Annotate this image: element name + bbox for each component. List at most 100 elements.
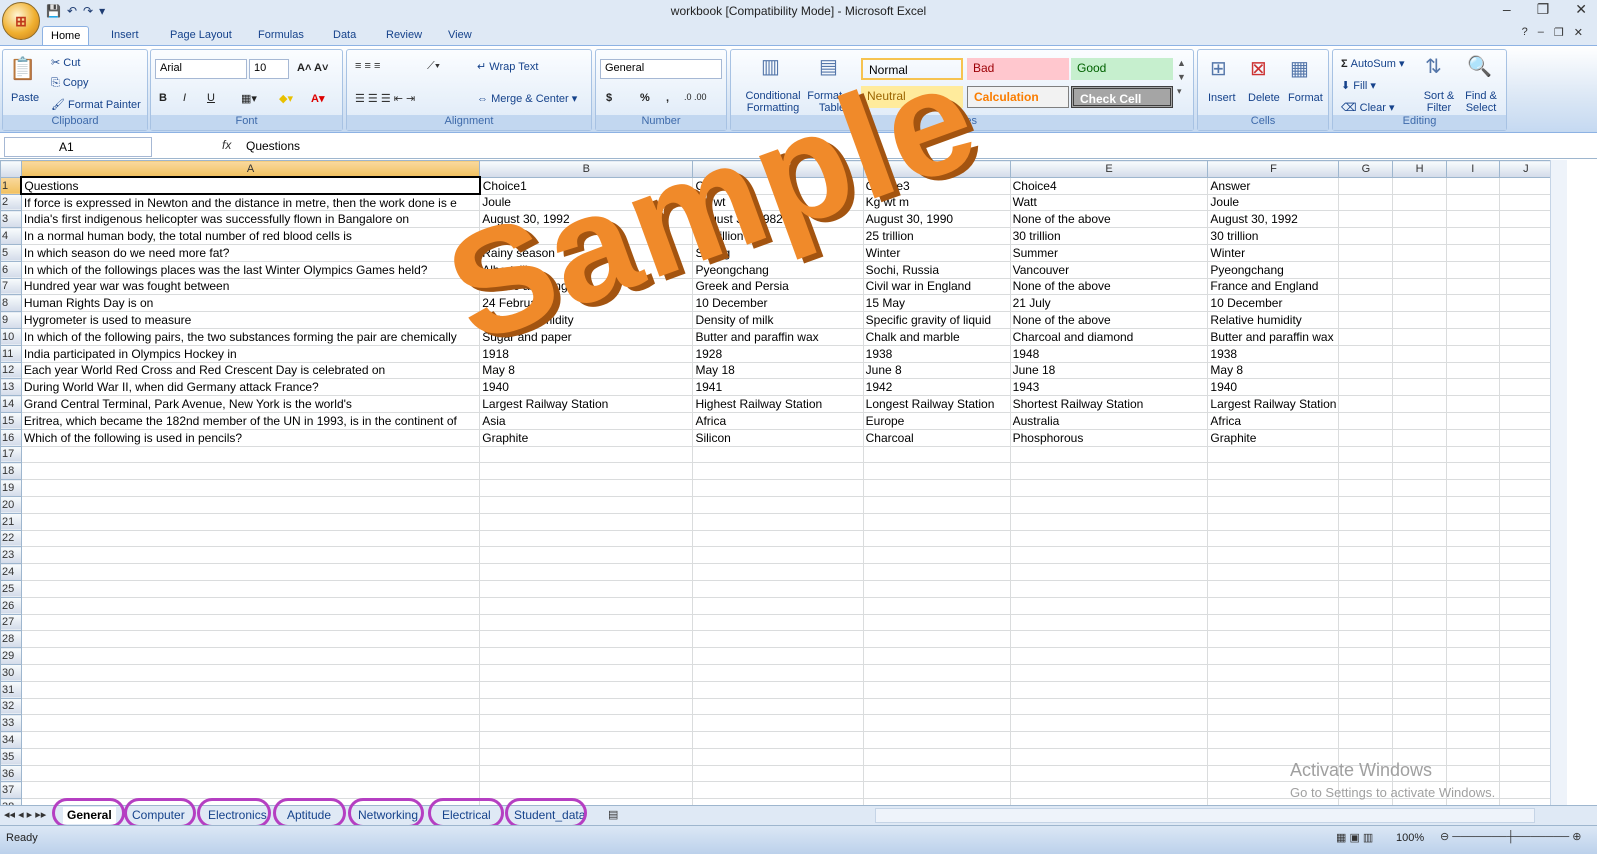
cell[interactable] (20, 495, 481, 514)
tab-page-layout[interactable]: Page Layout (162, 26, 240, 46)
cell[interactable]: Hundred year war was fought between (20, 277, 481, 296)
cell[interactable] (20, 479, 481, 497)
cell[interactable] (1498, 210, 1553, 229)
cell[interactable]: Specific gravity of liquid (862, 311, 1011, 329)
cell[interactable] (1338, 411, 1394, 430)
row-header[interactable]: 29 (0, 647, 22, 665)
cell[interactable]: Charcoal and diamond (1009, 327, 1209, 346)
row-header[interactable]: 24 (0, 563, 22, 581)
cell[interactable] (20, 563, 481, 581)
cell[interactable] (1445, 395, 1500, 413)
cell[interactable] (1207, 697, 1340, 716)
cell[interactable] (1445, 647, 1500, 665)
cell[interactable]: 1928 (692, 344, 864, 363)
row-header[interactable]: 12 (0, 361, 22, 380)
cell[interactable] (692, 663, 864, 682)
border-icon[interactable]: ▦▾ (241, 92, 257, 105)
cell[interactable] (1207, 462, 1340, 481)
cell[interactable] (1498, 227, 1553, 245)
cell[interactable] (1009, 647, 1209, 665)
cell[interactable] (862, 731, 1011, 749)
cell[interactable] (692, 714, 864, 733)
zoom-slider[interactable]: ⊖ ───────┼─────── ⊕ (1440, 830, 1581, 843)
cell[interactable] (1392, 579, 1447, 598)
cell[interactable]: Summer (1009, 243, 1209, 262)
row-header[interactable]: 31 (0, 680, 22, 699)
cell[interactable] (1498, 512, 1553, 531)
cell[interactable] (862, 747, 1011, 766)
cell[interactable] (1207, 680, 1340, 699)
cell[interactable] (1207, 445, 1340, 464)
ribbon-restore-icon[interactable]: ❐ (1554, 26, 1564, 39)
cell[interactable]: 30 trillion (1009, 227, 1209, 245)
cell[interactable] (20, 529, 481, 548)
cell[interactable]: None of the above (1009, 311, 1209, 329)
tab-data[interactable]: Data (325, 26, 364, 46)
cell[interactable] (20, 731, 481, 749)
cell[interactable]: Pyeongchang (1207, 260, 1340, 279)
cell[interactable]: Largest Railway Station (479, 395, 694, 413)
cell[interactable] (1207, 731, 1340, 749)
cell[interactable] (862, 764, 1011, 783)
cell[interactable] (692, 781, 864, 800)
cell[interactable] (1338, 361, 1394, 380)
cell[interactable] (1445, 546, 1500, 565)
cell[interactable] (692, 462, 864, 481)
cell[interactable]: Chalk and marble (862, 327, 1011, 346)
cell[interactable] (1392, 395, 1447, 413)
cell[interactable] (1392, 613, 1447, 632)
cell[interactable] (1207, 663, 1340, 682)
cell[interactable] (1498, 344, 1553, 363)
minimize-icon[interactable]: – (1503, 1, 1511, 18)
cell[interactable] (1498, 445, 1553, 464)
cell[interactable] (1445, 277, 1500, 296)
cell[interactable] (1392, 327, 1447, 346)
cell[interactable] (20, 747, 481, 766)
cell[interactable] (1392, 731, 1447, 749)
row-header[interactable]: 36 (0, 764, 22, 783)
cell[interactable] (479, 546, 694, 565)
cell[interactable]: Hygrometer is used to measure (20, 311, 481, 329)
cell[interactable] (1445, 260, 1500, 279)
cell[interactable] (1445, 428, 1500, 447)
fill-color-icon[interactable]: ◆▾ (279, 92, 293, 105)
currency-button[interactable]: $ (606, 92, 612, 104)
cell[interactable] (862, 680, 1011, 699)
cell[interactable] (1498, 747, 1553, 766)
cell[interactable] (1392, 445, 1447, 464)
cell[interactable]: Sochi, Russia (862, 260, 1011, 279)
row-header[interactable]: 5 (0, 243, 22, 262)
cell[interactable] (1445, 311, 1500, 329)
cell[interactable] (1009, 529, 1209, 548)
row-header[interactable]: 26 (0, 596, 22, 615)
cell[interactable]: Human Rights Day is on (20, 294, 481, 313)
row-header[interactable]: 33 (0, 714, 22, 733)
cell[interactable] (692, 630, 864, 649)
cell[interactable] (1392, 529, 1447, 548)
cell[interactable] (862, 579, 1011, 598)
cell[interactable] (1445, 445, 1500, 464)
cell[interactable] (692, 596, 864, 615)
row-header[interactable]: 7 (0, 277, 22, 296)
cell[interactable] (1338, 462, 1394, 481)
cell[interactable] (1009, 747, 1209, 766)
cell[interactable] (1445, 680, 1500, 699)
cell[interactable] (1498, 260, 1553, 279)
close-icon[interactable]: ✕ (1575, 1, 1587, 18)
cell[interactable] (1392, 378, 1447, 397)
cell[interactable] (862, 529, 1011, 548)
cell[interactable] (1498, 630, 1553, 649)
format-cells-button[interactable]: Format (1288, 92, 1323, 104)
cell[interactable] (479, 781, 694, 800)
cell[interactable] (1445, 227, 1500, 245)
cell[interactable] (1498, 680, 1553, 699)
cell[interactable] (1338, 344, 1394, 363)
cell[interactable]: In a normal human body, the total number… (20, 227, 481, 245)
cell[interactable] (1338, 445, 1394, 464)
row-header[interactable]: 27 (0, 613, 22, 632)
cell[interactable] (1392, 647, 1447, 665)
formula-input[interactable]: Questions (246, 139, 300, 153)
cell[interactable] (1498, 327, 1553, 346)
cell[interactable] (1498, 294, 1553, 313)
cell[interactable] (479, 512, 694, 531)
